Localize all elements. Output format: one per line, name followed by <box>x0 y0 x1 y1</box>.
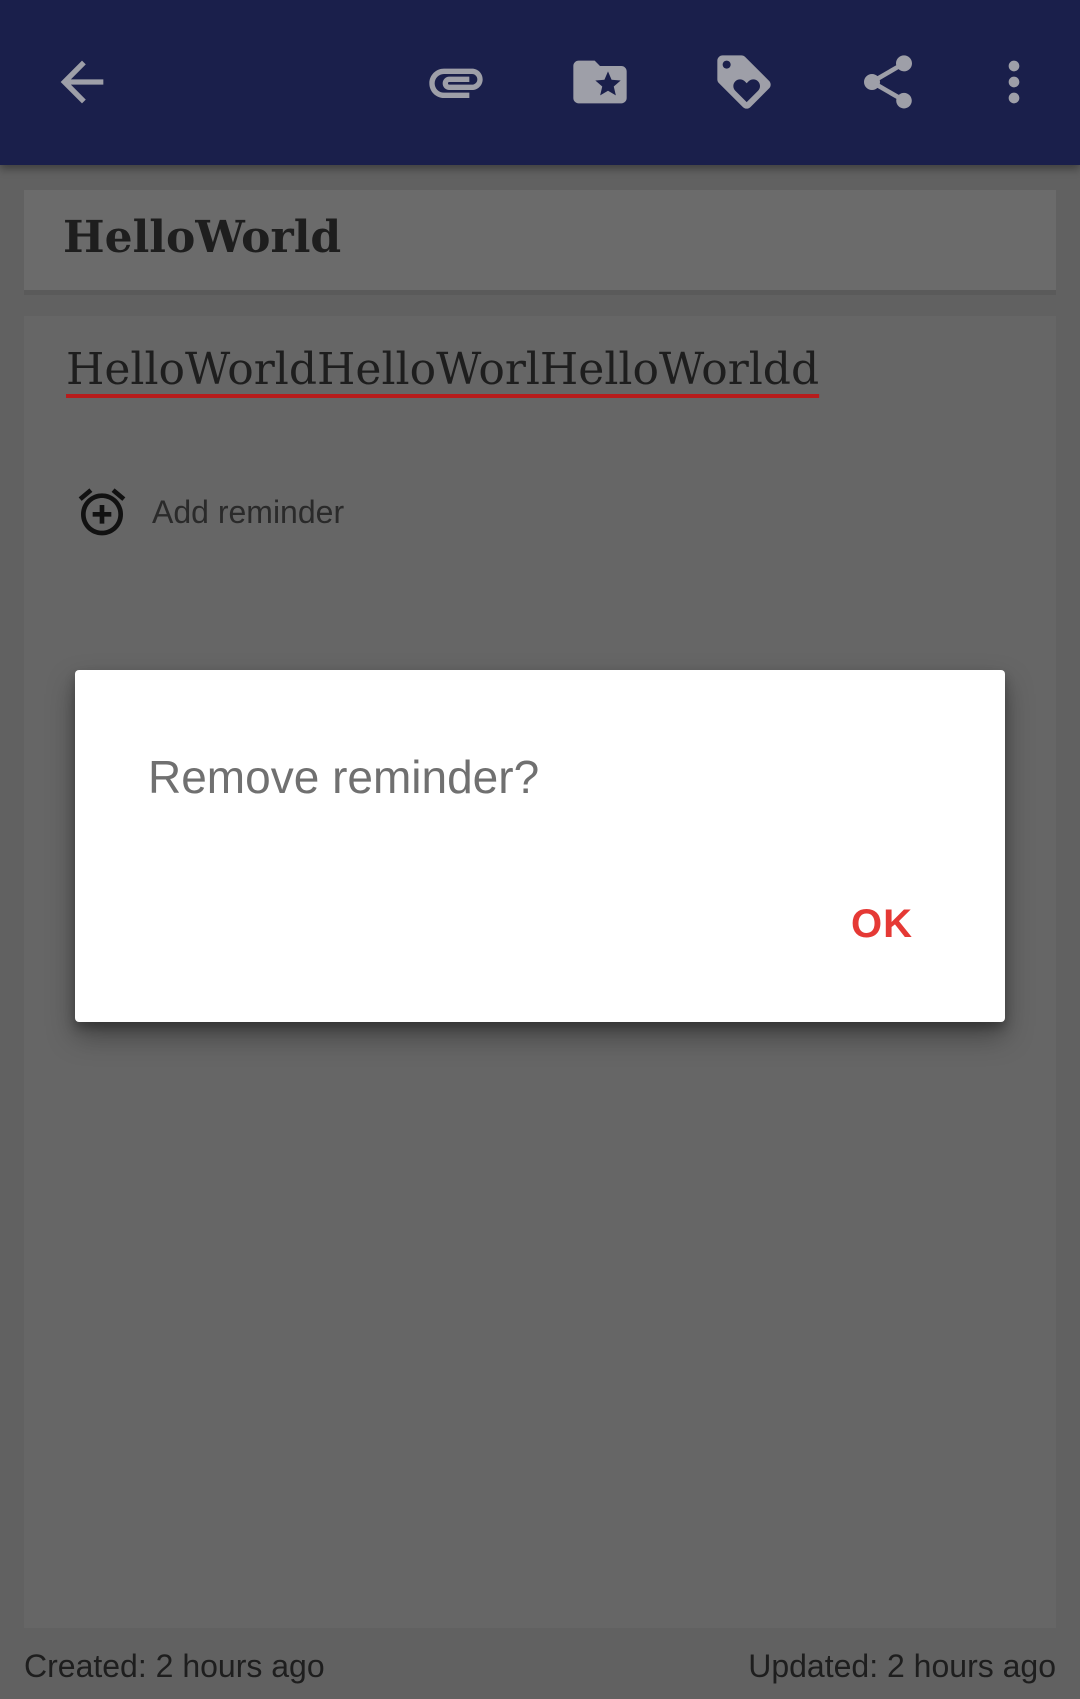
tag-button[interactable] <box>706 44 782 120</box>
alarm-add-icon <box>78 488 126 536</box>
top-toolbar <box>0 0 1080 165</box>
paperclip-icon <box>429 68 483 98</box>
more-options-button[interactable] <box>976 44 1052 120</box>
note-title[interactable]: HelloWorld <box>63 212 341 263</box>
tag-heart-icon <box>717 55 771 109</box>
note-title-card[interactable]: HelloWorld <box>24 190 1056 295</box>
add-reminder-button[interactable]: Add reminder <box>74 484 344 540</box>
category-button[interactable] <box>562 44 638 120</box>
more-vert-icon <box>1008 60 1020 104</box>
attach-button[interactable] <box>418 44 494 120</box>
created-timestamp: Created: 2 hours ago <box>24 1648 325 1684</box>
add-reminder-label: Add reminder <box>152 493 345 530</box>
dialog-title: Remove reminder? <box>148 751 540 803</box>
updated-timestamp: Updated: 2 hours ago <box>748 1648 1056 1684</box>
share-icon <box>864 55 912 109</box>
remove-reminder-dialog: Remove reminder? OK <box>75 670 1005 1022</box>
back-arrow-icon <box>60 60 104 104</box>
ok-button[interactable]: OK <box>843 902 921 947</box>
share-button[interactable] <box>850 44 926 120</box>
note-content[interactable]: HelloWorldHelloWorlHelloWorldd <box>66 344 819 395</box>
folder-star-icon <box>573 60 627 104</box>
back-button[interactable] <box>44 44 120 120</box>
